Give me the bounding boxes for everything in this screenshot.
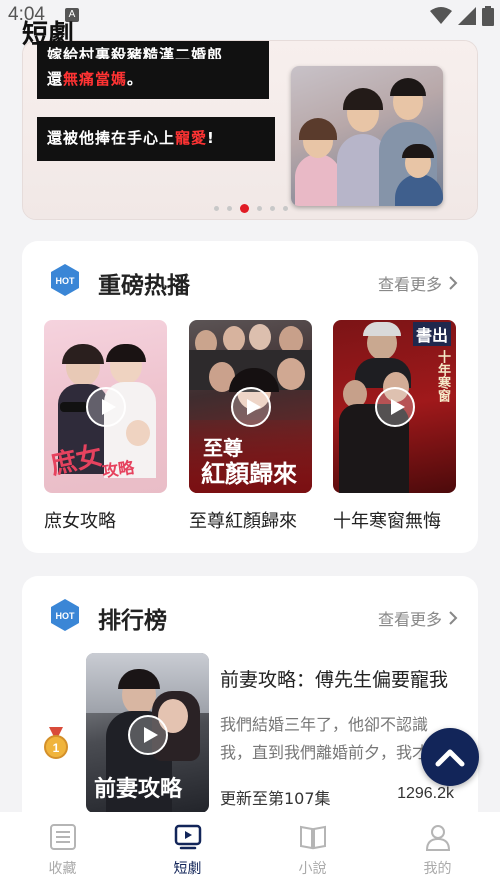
nav-label: 收藏 (48, 861, 77, 877)
play-screen-icon (174, 824, 201, 850)
hot-section: HOT 重磅热播 查看更多 庶女 攻略 庶女攻略 至尊 紅顏歸來 至尊紅顏歸來 … (22, 241, 478, 553)
carousel-dot[interactable] (214, 206, 219, 211)
hot-video-list: 庶女 攻略 庶女攻略 至尊 紅顏歸來 至尊紅顏歸來 書出 十年寒窗 十年寒窗無悔 (44, 320, 464, 533)
play-icon[interactable] (128, 715, 168, 755)
banner-caption-1-end: 。 (127, 70, 144, 88)
nav-label: 我的 (423, 861, 452, 877)
bottom-nav: 收藏 短劇 小說 我的 (0, 812, 500, 888)
page-title: 短劇 (22, 20, 75, 50)
video-title[interactable]: 至尊紅顏歸來 (189, 507, 312, 533)
hot-see-more-link[interactable]: 查看更多 (378, 271, 458, 295)
gold-medal-icon: 1 (44, 727, 68, 759)
carousel-dot[interactable] (283, 206, 288, 211)
carousel-dot[interactable] (270, 206, 275, 211)
rank-item-views: 1296.2k (397, 785, 454, 802)
banner-slide[interactable]: 嫁給村裏殺豬糙漢二婚郎 還無痛當媽。 還被他捧在手心上寵愛! (23, 41, 477, 219)
battery-icon (482, 6, 494, 26)
banner-caption-1-white: 還 (47, 70, 64, 88)
rank-item-description: 我們結婚三年了，他卻不認識我，直到我們離婚前夕，我才 (220, 715, 429, 762)
video-card[interactable]: 庶女 攻略 庶女攻略 (44, 320, 167, 533)
hot-badge-icon: HOT (48, 263, 82, 297)
rank-badge-text: HOT (56, 611, 76, 621)
nav-item-short-drama[interactable]: 短劇 (125, 812, 250, 888)
rank-item-title[interactable]: 前妻攻略：傅先生偏要寵我 (220, 665, 448, 692)
rank-poster-title: 前妻攻略 (94, 776, 183, 802)
nav-label: 短劇 (173, 861, 202, 877)
play-icon[interactable] (231, 387, 271, 427)
carousel-dots (23, 204, 477, 213)
chevron-right-icon (449, 611, 458, 625)
status-icons (430, 6, 494, 26)
hot-badge-text: HOT (56, 276, 76, 286)
rank-number: 1 (53, 741, 60, 755)
play-icon[interactable] (86, 387, 126, 427)
hot-badge-icon: HOT (48, 598, 82, 632)
rank-item-episode: 更新至第107集 (220, 789, 331, 808)
person-icon (425, 825, 450, 851)
video-card[interactable]: 書出 十年寒窗 十年寒窗無悔 (333, 320, 456, 533)
chevron-right-icon (449, 276, 458, 290)
nav-item-novels[interactable]: 小說 (250, 812, 375, 888)
status-bar: 4:04 A (0, 0, 500, 34)
list-icon (49, 824, 76, 850)
banner-caption-2-red: 寵愛 (175, 129, 208, 147)
rank-thumbnail[interactable]: 前妻攻略 (86, 653, 209, 813)
rank-see-more-label: 查看更多 (377, 610, 442, 629)
hot-section-title: 重磅热播 (98, 273, 190, 299)
book-icon (299, 825, 326, 850)
carousel-dot[interactable] (227, 206, 232, 211)
wifi-icon (430, 7, 452, 24)
rank-section-title: 排行榜 (98, 608, 167, 634)
video-thumbnail[interactable]: 書出 十年寒窗 (333, 320, 456, 493)
nav-label: 小說 (298, 861, 327, 877)
chevron-up-icon (435, 749, 465, 767)
banner-caption-1: 還無痛當媽。 (37, 59, 269, 99)
hot-see-more-label: 查看更多 (377, 275, 442, 294)
video-card[interactable]: 至尊 紅顏歸來 至尊紅顏歸來 (189, 320, 312, 533)
banner-caption-1-red: 無痛當媽 (63, 70, 128, 88)
rank-see-more-link[interactable]: 查看更多 (378, 606, 458, 630)
carousel-dot[interactable] (240, 204, 249, 213)
video-thumbnail[interactable]: 至尊 紅顏歸來 (189, 320, 312, 493)
banner-family-photo (291, 66, 443, 206)
nav-item-favorites[interactable]: 收藏 (0, 812, 125, 888)
video-thumbnail[interactable]: 庶女 攻略 (44, 320, 167, 493)
banner-caption-2: 還被他捧在手心上寵愛! (37, 117, 275, 161)
play-icon[interactable] (375, 387, 415, 427)
banner-caption-2-white: 還被他捧在手心上 (47, 129, 176, 147)
banner-carousel[interactable]: 嫁給村裏殺豬糙漢二婚郎 還無痛當媽。 還被他捧在手心上寵愛! (22, 40, 478, 220)
nav-item-profile[interactable]: 我的 (375, 812, 500, 888)
rank-section: HOT 排行榜 查看更多 1 前妻攻略 前妻攻略：傅先生偏要寵我 我們結婚三年了… (22, 576, 478, 836)
video-title[interactable]: 庶女攻略 (44, 507, 167, 533)
hot-section-header: HOT 重磅热播 查看更多 (48, 261, 458, 305)
scroll-to-top-button[interactable] (421, 728, 479, 786)
signal-icon (458, 7, 476, 25)
rank-section-header: HOT 排行榜 查看更多 (48, 596, 458, 640)
video-title[interactable]: 十年寒窗無悔 (333, 507, 456, 533)
banner-caption-2-end: ! (207, 129, 215, 147)
carousel-dot[interactable] (257, 206, 262, 211)
rank-list-item[interactable]: 1 前妻攻略 前妻攻略：傅先生偏要寵我 我們結婚三年了，他卻不認識我，直到我們離… (44, 653, 454, 813)
